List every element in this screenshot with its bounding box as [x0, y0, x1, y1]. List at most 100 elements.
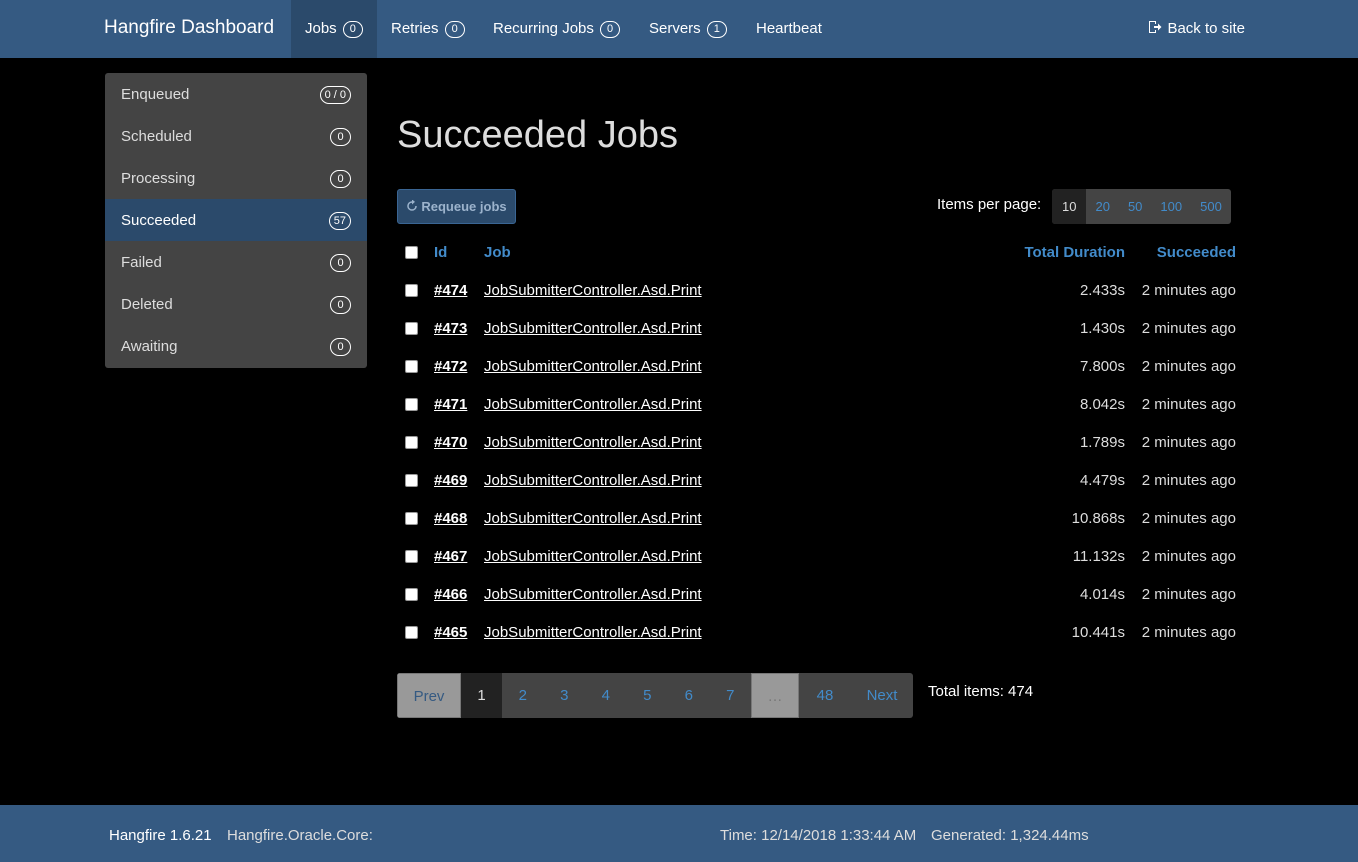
- job-succeeded-time: 2 minutes ago: [1141, 434, 1236, 451]
- sidebar-item-count: 0 / 0: [319, 86, 351, 104]
- sidebar-item-label: Enqueued: [121, 86, 190, 103]
- header-job[interactable]: Job: [484, 244, 511, 261]
- sidebar-item-count: 57: [328, 212, 351, 230]
- job-succeeded-time: 2 minutes ago: [1141, 320, 1236, 337]
- page-size-50[interactable]: 50: [1119, 189, 1151, 224]
- pager-page-3[interactable]: 3: [544, 673, 586, 718]
- sidebar-item-failed[interactable]: Failed 0: [105, 241, 367, 283]
- table-row: #470 JobSubmitterController.Asd.Print 1.…: [397, 434, 1245, 472]
- job-name-link[interactable]: JobSubmitterController.Asd.Print: [484, 548, 702, 565]
- job-id-link[interactable]: #473: [434, 320, 467, 337]
- job-succeeded-time: 2 minutes ago: [1141, 472, 1236, 489]
- sidebar-item-deleted[interactable]: Deleted 0: [105, 283, 367, 325]
- row-checkbox[interactable]: [405, 474, 418, 487]
- job-name-link[interactable]: JobSubmitterController.Asd.Print: [484, 434, 702, 451]
- job-id-link[interactable]: #472: [434, 358, 467, 375]
- row-checkbox[interactable]: [405, 398, 418, 411]
- pager-ellipsis: …: [751, 673, 799, 718]
- requeue-jobs-button[interactable]: Requeue jobs: [397, 189, 516, 224]
- pager-page-5[interactable]: 5: [627, 673, 669, 718]
- job-name-link[interactable]: JobSubmitterController.Asd.Print: [484, 396, 702, 413]
- row-checkbox[interactable]: [405, 626, 418, 639]
- row-checkbox[interactable]: [405, 436, 418, 449]
- job-duration: 1.430s: [1079, 320, 1125, 337]
- job-id-link[interactable]: #470: [434, 434, 467, 451]
- job-id-link[interactable]: #465: [434, 624, 467, 641]
- job-name-link[interactable]: JobSubmitterController.Asd.Print: [484, 624, 702, 641]
- job-duration: 11.132s: [1072, 548, 1125, 565]
- header-id[interactable]: Id: [434, 244, 447, 261]
- job-name-link[interactable]: JobSubmitterController.Asd.Print: [484, 510, 702, 527]
- job-id-link[interactable]: #468: [434, 510, 467, 527]
- job-id-link[interactable]: #466: [434, 586, 467, 603]
- back-to-site-link[interactable]: Back to site: [1148, 0, 1245, 58]
- nav-retries-count: 0: [444, 21, 465, 38]
- job-duration: 4.014s: [1079, 586, 1125, 603]
- job-id-link[interactable]: #469: [434, 472, 467, 489]
- job-name-link[interactable]: JobSubmitterController.Asd.Print: [484, 586, 702, 603]
- sidebar-item-label: Succeeded: [121, 212, 197, 229]
- nav-retries[interactable]: Retries 0: [377, 0, 479, 58]
- job-succeeded-time: 2 minutes ago: [1141, 586, 1236, 603]
- nav-recurring-count: 0: [600, 21, 621, 38]
- table-row: #467 JobSubmitterController.Asd.Print 11…: [397, 548, 1245, 586]
- page-size-500[interactable]: 500: [1191, 189, 1231, 224]
- job-id-link[interactable]: #467: [434, 548, 467, 565]
- nav-recurring-jobs[interactable]: Recurring Jobs 0: [479, 0, 634, 58]
- pager-page-2[interactable]: 2: [502, 673, 544, 718]
- row-checkbox[interactable]: [405, 512, 418, 525]
- pager-next-button[interactable]: Next: [851, 673, 913, 718]
- page-size-20[interactable]: 20: [1086, 189, 1118, 224]
- footer-version[interactable]: Hangfire 1.6.21: [109, 827, 212, 844]
- nav-retries-label: Retries: [391, 20, 439, 37]
- sidebar-item-scheduled[interactable]: Scheduled 0: [105, 115, 367, 157]
- job-name-link[interactable]: JobSubmitterController.Asd.Print: [484, 472, 702, 489]
- nav-jobs[interactable]: Jobs 0: [291, 0, 377, 58]
- sign-out-icon: [1148, 1, 1162, 33]
- table-row: #471 JobSubmitterController.Asd.Print 8.…: [397, 396, 1245, 434]
- brand-title[interactable]: Hangfire Dashboard: [104, 17, 274, 39]
- job-id-link[interactable]: #471: [434, 396, 467, 413]
- sidebar-item-processing[interactable]: Processing 0: [105, 157, 367, 199]
- row-checkbox[interactable]: [405, 360, 418, 373]
- pager-page-last[interactable]: 48: [799, 673, 851, 718]
- job-succeeded-time: 2 minutes ago: [1141, 396, 1236, 413]
- nav-servers[interactable]: Servers 1: [635, 0, 741, 58]
- header-succeeded[interactable]: Succeeded: [1157, 244, 1236, 261]
- sidebar-item-count: 0: [330, 338, 351, 356]
- pager-prev-button[interactable]: Prev: [397, 673, 461, 718]
- job-id-link[interactable]: #474: [434, 282, 467, 299]
- footer-storage: Hangfire.Oracle.Core:: [227, 827, 373, 844]
- pager-page-1[interactable]: 1: [461, 673, 502, 718]
- footer: Hangfire 1.6.21 Hangfire.Oracle.Core: Ti…: [0, 805, 1358, 862]
- job-name-link[interactable]: JobSubmitterController.Asd.Print: [484, 320, 702, 337]
- job-name-link[interactable]: JobSubmitterController.Asd.Print: [484, 282, 702, 299]
- table-row: #472 JobSubmitterController.Asd.Print 7.…: [397, 358, 1245, 396]
- sidebar-item-succeeded[interactable]: Succeeded 57: [105, 199, 367, 241]
- row-checkbox[interactable]: [405, 284, 418, 297]
- total-items: Total items: 474: [928, 683, 1034, 700]
- items-per-page-group: 10 20 50 100 500: [1052, 189, 1231, 224]
- row-checkbox[interactable]: [405, 322, 418, 335]
- pager-page-6[interactable]: 6: [668, 673, 710, 718]
- nav-servers-count: 1: [706, 21, 727, 38]
- page-size-100[interactable]: 100: [1151, 189, 1191, 224]
- sidebar-item-label: Failed: [121, 254, 162, 271]
- header-total-duration[interactable]: Total Duration: [1024, 244, 1125, 261]
- select-all-checkbox[interactable]: [405, 246, 418, 259]
- table-row: #469 JobSubmitterController.Asd.Print 4.…: [397, 472, 1245, 510]
- sidebar-item-enqueued[interactable]: Enqueued 0 / 0: [105, 73, 367, 115]
- job-duration: 8.042s: [1079, 396, 1125, 413]
- page-size-10[interactable]: 10: [1052, 189, 1087, 224]
- job-succeeded-time: 2 minutes ago: [1141, 510, 1236, 527]
- sidebar-item-awaiting[interactable]: Awaiting 0: [105, 325, 367, 367]
- refresh-icon: [406, 191, 418, 211]
- job-name-link[interactable]: JobSubmitterController.Asd.Print: [484, 358, 702, 375]
- nav-servers-label: Servers: [649, 20, 701, 37]
- pager-page-4[interactable]: 4: [585, 673, 627, 718]
- nav-heartbeat[interactable]: Heartbeat: [742, 0, 836, 58]
- table-row: #465 JobSubmitterController.Asd.Print 10…: [397, 624, 1245, 662]
- row-checkbox[interactable]: [405, 550, 418, 563]
- pager-page-7[interactable]: 7: [710, 673, 752, 718]
- row-checkbox[interactable]: [405, 588, 418, 601]
